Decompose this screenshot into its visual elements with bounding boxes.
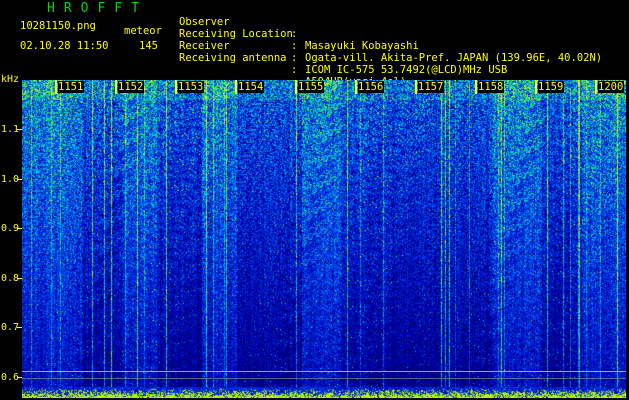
filename-label: 10281150.png (20, 20, 96, 32)
time-tick-label: 1156 (358, 81, 385, 93)
time-tick-label: 1155 (298, 81, 325, 93)
time-tick-mark (175, 80, 177, 94)
time-tick-mark (475, 80, 477, 94)
time-tick-label: 1159 (538, 81, 565, 93)
time-tick-label: 1151 (58, 81, 85, 93)
freq-unit-label: kHz (1, 74, 20, 85)
receiver-value: ICOM IC-575 53.7492(@LCD)MHz USB (305, 64, 508, 76)
time-tick-mark (235, 80, 237, 94)
time-tick-label: 1154 (238, 81, 265, 93)
datetime-label: 02.10.28 11:50 (20, 40, 109, 52)
spectrogram-panel: 1151 1152 1153 1154 1155 1156 1157 1158 … (22, 80, 626, 398)
time-tick-mark (55, 80, 57, 94)
time-tick-mark (535, 80, 537, 94)
time-tick-label: 1152 (118, 81, 145, 93)
time-tick-mark (355, 80, 357, 94)
time-tick-label: 1157 (418, 81, 445, 93)
time-axis: 1151 1152 1153 1154 1155 1156 1157 1158 … (22, 80, 626, 94)
antenna-separator: : (291, 64, 298, 76)
meteor-count: 145 (139, 40, 158, 52)
time-tick-mark (115, 80, 117, 94)
time-tick-label: 1200 (598, 81, 625, 93)
receiver-separator: : (291, 52, 298, 64)
location-value: Ogata-vill. Akita-Pref. JAPAN (139.96E, … (305, 52, 603, 64)
observer-value: Masayuki Kobayashi (305, 40, 419, 52)
mode-label: meteor (124, 25, 162, 37)
reference-line (22, 371, 626, 372)
time-tick-mark (595, 80, 597, 94)
reference-line-lower (22, 378, 626, 379)
time-tick-mark (295, 80, 297, 94)
time-tick-mark (415, 80, 417, 94)
spectrogram-image (22, 80, 626, 398)
time-tick-label: 1158 (478, 81, 505, 93)
frequency-axis: kHz 1.1 1.0 0.9 0.8 0.7 0.6 (0, 70, 22, 400)
hrofft-logo: HROFFT (47, 1, 148, 16)
antenna-label: Receiving antenna (179, 52, 287, 64)
time-tick-label: 1153 (178, 81, 205, 93)
location-separator: : (291, 40, 298, 52)
